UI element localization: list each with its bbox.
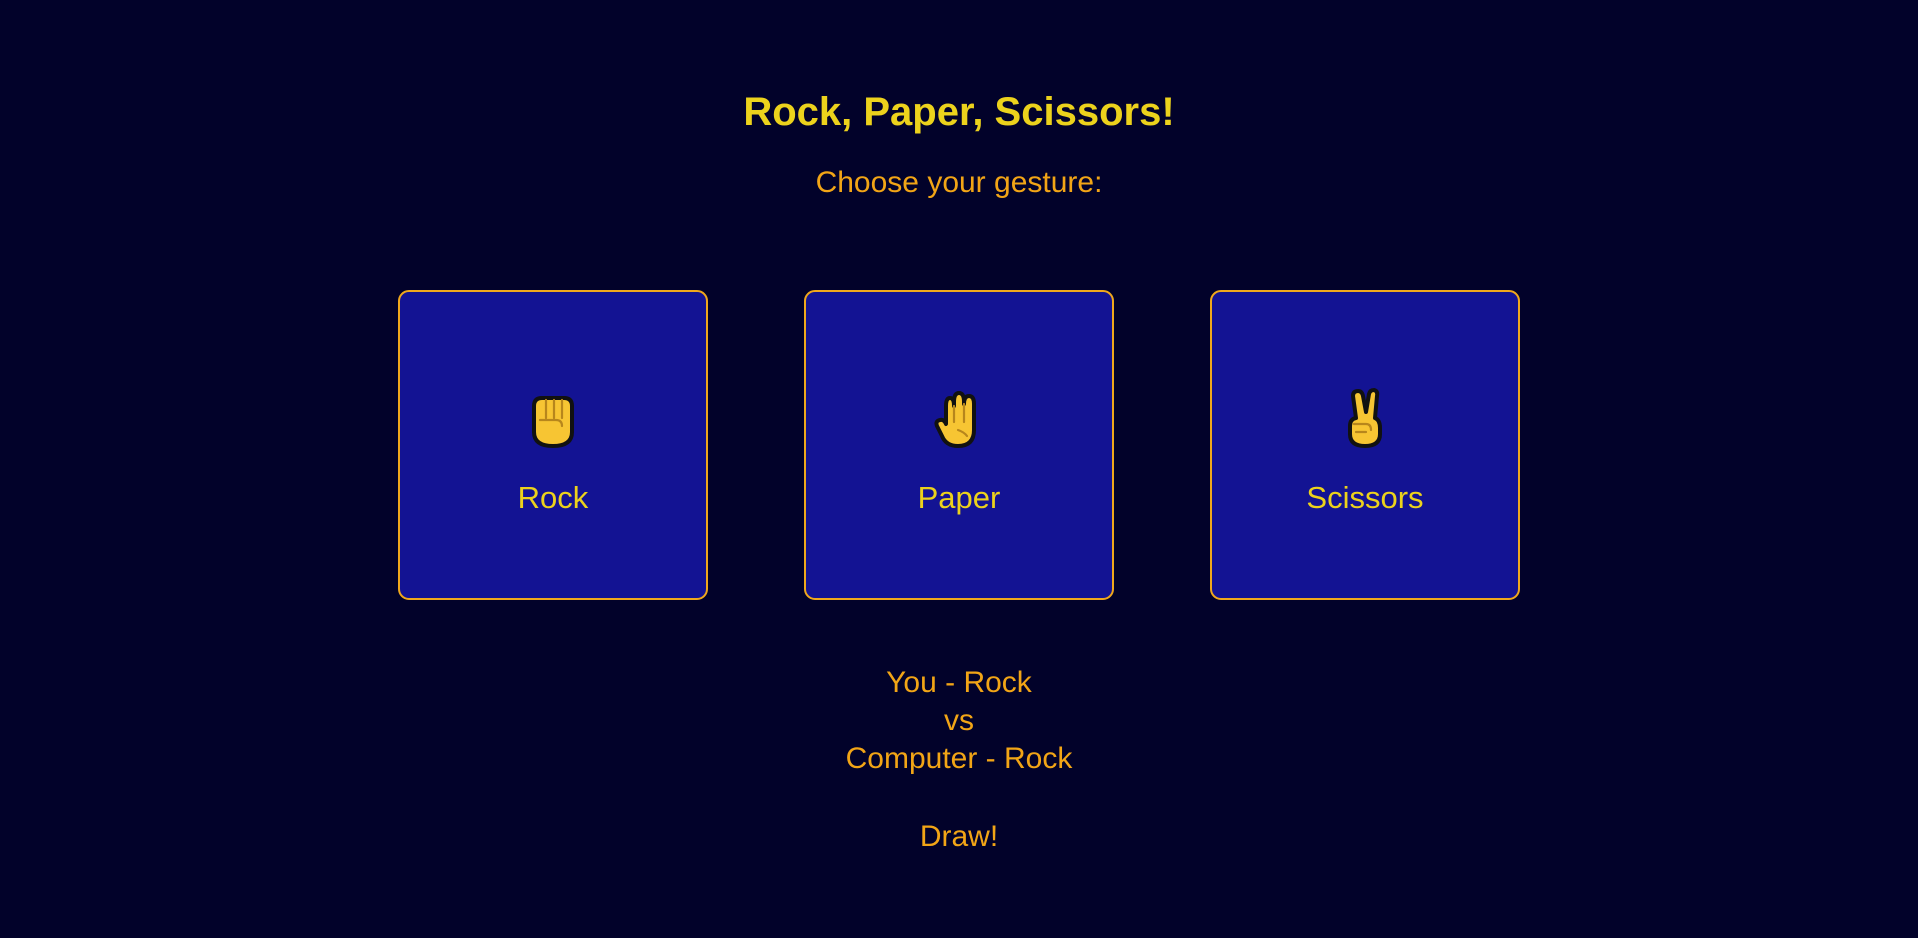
- instruction-text: Choose your gesture:: [815, 166, 1103, 199]
- player-choice-text: You - Rock: [886, 666, 1032, 699]
- raised-hand-icon: [806, 388, 1112, 452]
- paper-label: Paper: [917, 480, 1001, 515]
- scissors-button[interactable]: Scissors: [1210, 290, 1520, 600]
- victory-hand-icon: [1212, 388, 1518, 452]
- game-screen: Rock, Paper, Scissors! Choose your gestu…: [0, 0, 1918, 938]
- versus-text: vs: [944, 704, 974, 737]
- round-result: You - Rock vs Computer - Rock: [0, 664, 1918, 778]
- paper-button[interactable]: Paper: [804, 290, 1114, 600]
- raised-fist-icon: [400, 388, 706, 452]
- computer-choice-text: Computer - Rock: [845, 742, 1073, 775]
- scissors-label: Scissors: [1306, 480, 1424, 515]
- outcome-text: Draw!: [919, 820, 999, 853]
- rock-label: Rock: [517, 480, 589, 515]
- page-title: Rock, Paper, Scissors!: [743, 90, 1175, 134]
- rock-button[interactable]: Rock: [398, 290, 708, 600]
